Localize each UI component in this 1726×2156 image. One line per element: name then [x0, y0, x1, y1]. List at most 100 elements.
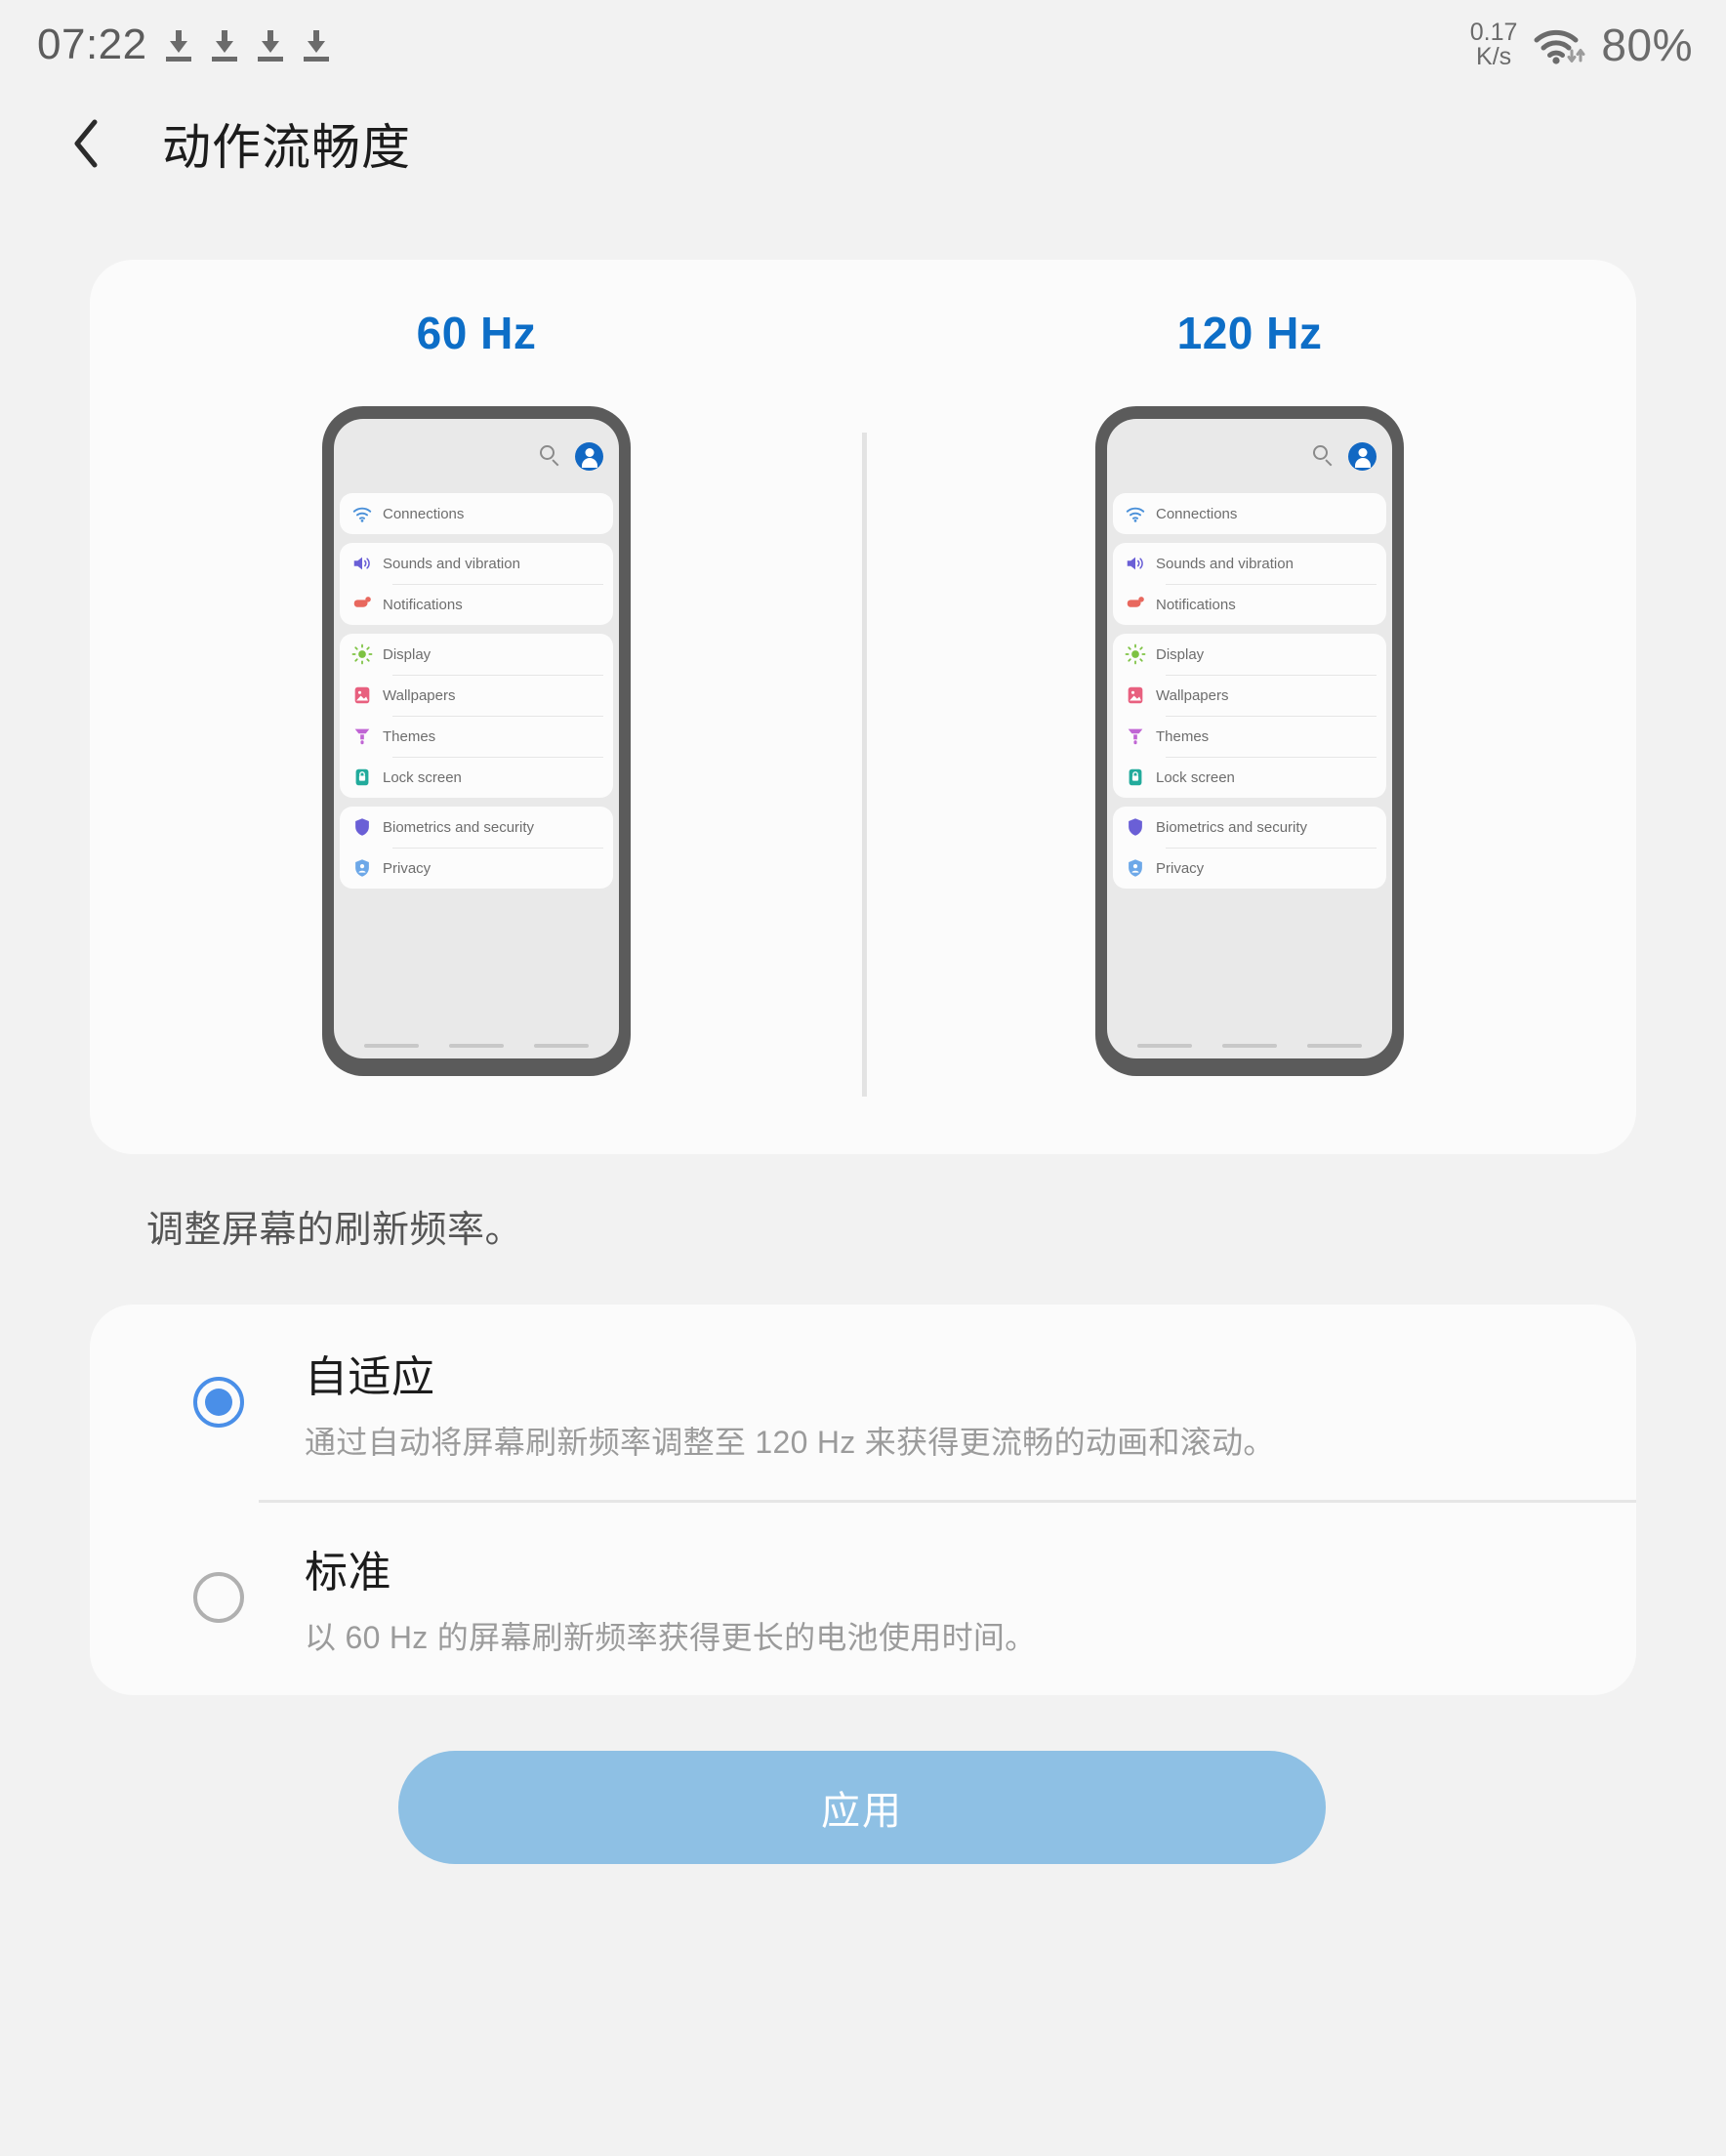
mock-settings-row[interactable]: Themes	[1113, 716, 1386, 757]
themes-icon	[351, 726, 373, 747]
option-title: 标准	[305, 1549, 391, 1596]
mock-settings-row[interactable]: Notifications	[1113, 584, 1386, 625]
mock-settings-group: Biometrics and security Privacy	[1113, 807, 1386, 889]
privacy-icon	[1125, 857, 1146, 879]
phone-mockup: Connections Sounds and vibration Notificat…	[1095, 406, 1404, 1076]
mock-settings-row[interactable]: Connections	[340, 493, 613, 534]
battery-percentage: 80%	[1601, 20, 1693, 70]
mock-settings-row-label: Biometrics and security	[383, 818, 535, 836]
mock-settings-group: Sounds and vibration Notifications	[1113, 543, 1386, 625]
mock-settings-row-label: Display	[1156, 645, 1205, 663]
mock-settings-row-label: Themes	[1156, 727, 1210, 745]
mock-settings-group: Display Wallpapers Themes Lock screen	[340, 634, 613, 798]
mock-settings-group: Biometrics and security Privacy	[340, 807, 613, 889]
mock-settings-row[interactable]: Biometrics and security	[340, 807, 613, 848]
speaker-icon	[1125, 553, 1146, 574]
download-icon	[256, 28, 285, 62]
mock-settings-row[interactable]: Wallpapers	[340, 675, 613, 716]
mock-settings-topbar	[334, 419, 619, 493]
download-icon	[210, 28, 239, 62]
search-icon	[540, 445, 561, 467]
radio-button-standard[interactable]	[193, 1572, 244, 1623]
hz-label-left-col: 60 Hz	[90, 260, 863, 406]
network-speed-indicator: 0.17 K/s	[1470, 21, 1518, 69]
mock-settings-row-label: Notifications	[1156, 596, 1236, 613]
nav-bar-hints	[1107, 1033, 1392, 1058]
wifi-icon	[1125, 503, 1146, 524]
description-text: 调整屏幕的刷新频率。	[146, 1210, 523, 1251]
network-speed-value: 0.17	[1469, 19, 1518, 46]
refresh-rate-preview-card: 60 Hz 120 Hz Connections Sounds and vibra…	[90, 260, 1636, 1154]
mock-settings-row[interactable]: Display	[340, 634, 613, 675]
status-bar-left: 07:22	[37, 21, 331, 69]
shield-icon	[351, 816, 373, 838]
privacy-icon	[351, 857, 373, 879]
wallpaper-icon	[351, 684, 373, 706]
option-row-adaptive[interactable]: 自适应 通过自动将屏幕刷新频率调整至 120 Hz 来获得更流畅的动画和滚动。	[90, 1305, 1636, 1500]
mock-settings-row-label: Notifications	[383, 596, 463, 613]
phone-preview-row: Connections Sounds and vibration Notificat…	[90, 406, 1636, 1154]
nav-bar-hints	[334, 1033, 619, 1058]
mock-settings-row[interactable]: Lock screen	[340, 757, 613, 798]
mock-settings-group: Display Wallpapers Themes Lock screen	[1113, 634, 1386, 798]
mock-settings-row-label: Lock screen	[383, 768, 462, 786]
wifi-icon	[351, 503, 373, 524]
phone-preview-120hz: Connections Sounds and vibration Notificat…	[863, 406, 1636, 1154]
option-title: 自适应	[305, 1353, 435, 1401]
mock-settings-row-label: Sounds and vibration	[383, 555, 520, 572]
status-bar: 07:22 0.17 K/s 80%	[0, 0, 1726, 90]
mock-settings-row-label: Sounds and vibration	[1156, 555, 1294, 572]
mock-settings-row[interactable]: Biometrics and security	[1113, 807, 1386, 848]
hz-label-60: 60 Hz	[416, 308, 537, 358]
notification-icon	[1125, 594, 1146, 615]
mock-settings-row[interactable]: Display	[1113, 634, 1386, 675]
download-icon	[302, 28, 331, 62]
download-icon	[164, 28, 193, 62]
mock-settings-row-label: Connections	[1156, 505, 1238, 522]
mock-settings-group: Connections	[1113, 493, 1386, 534]
lock-icon	[351, 767, 373, 788]
mock-settings-row-label: Connections	[383, 505, 465, 522]
app-header: 动作流畅度	[0, 90, 1726, 197]
mock-settings-group: Sounds and vibration Notifications	[340, 543, 613, 625]
mock-settings-row-label: Wallpapers	[383, 686, 456, 704]
mock-settings-group: Connections	[340, 493, 613, 534]
apply-button-label: 应用	[821, 1790, 903, 1833]
page-title: 动作流畅度	[162, 120, 411, 175]
mock-settings-row[interactable]: Themes	[340, 716, 613, 757]
radio-button-adaptive[interactable]	[193, 1377, 244, 1428]
brightness-icon	[1125, 643, 1146, 665]
mock-settings-row[interactable]: Lock screen	[1113, 757, 1386, 798]
apply-button[interactable]: 应用	[398, 1751, 1326, 1864]
option-row-standard[interactable]: 标准 以 60 Hz 的屏幕刷新频率获得更长的电池使用时间。	[90, 1500, 1636, 1695]
mock-settings-row-label: Privacy	[1156, 859, 1205, 877]
mock-settings-row[interactable]: Privacy	[1113, 848, 1386, 889]
mock-settings-list: Connections Sounds and vibration Notificat…	[1107, 493, 1392, 897]
brightness-icon	[351, 643, 373, 665]
phone-preview-60hz: Connections Sounds and vibration Notificat…	[90, 406, 863, 1154]
mock-settings-topbar	[1107, 419, 1392, 493]
mock-settings-row-label: Lock screen	[1156, 768, 1235, 786]
phone-screen: Connections Sounds and vibration Notificat…	[334, 419, 619, 1058]
mock-settings-row-label: Display	[383, 645, 432, 663]
network-speed-unit: K/s	[1476, 43, 1512, 70]
back-chevron-icon	[74, 119, 98, 168]
mock-settings-row[interactable]: Notifications	[340, 584, 613, 625]
hz-label-120: 120 Hz	[1176, 308, 1323, 358]
refresh-rate-options-card: 自适应 通过自动将屏幕刷新频率调整至 120 Hz 来获得更流畅的动画和滚动。 …	[90, 1305, 1636, 1695]
mock-settings-row[interactable]: Sounds and vibration	[1113, 543, 1386, 584]
mock-settings-row-label: Wallpapers	[1156, 686, 1229, 704]
mock-settings-row[interactable]: Wallpapers	[1113, 675, 1386, 716]
back-button[interactable]	[57, 114, 115, 173]
mock-settings-row[interactable]: Privacy	[340, 848, 613, 889]
mock-settings-row[interactable]: Connections	[1113, 493, 1386, 534]
notification-icon	[351, 594, 373, 615]
mock-settings-row[interactable]: Sounds and vibration	[340, 543, 613, 584]
status-bar-clock: 07:22	[37, 21, 147, 68]
option-text-adaptive: 自适应 通过自动将屏幕刷新频率调整至 120 Hz 来获得更流畅的动画和滚动。	[305, 1342, 1275, 1463]
speaker-icon	[351, 553, 373, 574]
status-bar-right: 0.17 K/s 80%	[1470, 19, 1693, 71]
themes-icon	[1125, 726, 1146, 747]
mock-settings-row-label: Privacy	[383, 859, 432, 877]
wifi-icon	[1531, 23, 1587, 66]
